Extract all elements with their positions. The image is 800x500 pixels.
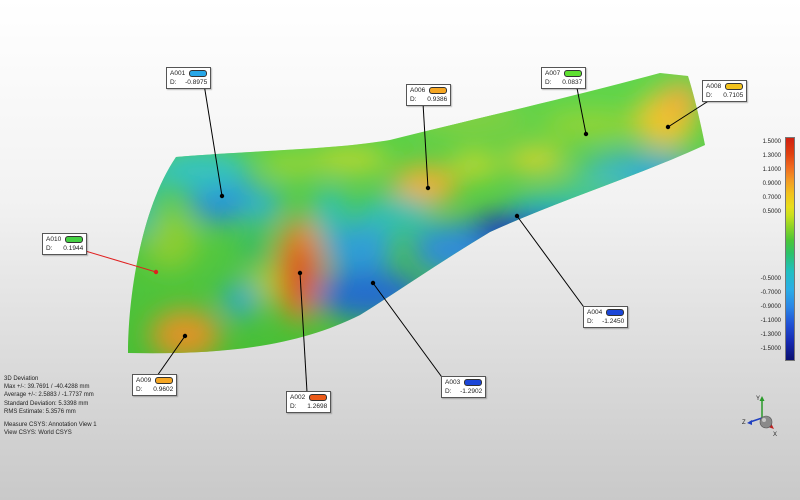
stats-title: 3D Deviation	[4, 376, 39, 382]
callout-d-label: D:	[545, 79, 552, 86]
axis-y-label: Y	[756, 396, 760, 402]
callout-a004[interactable]: A004 D: -1.2450	[583, 306, 629, 328]
deviation-stats: 3D Deviation Max +/-: 39.7691 / -40.4288…	[4, 375, 97, 437]
leader-point	[583, 131, 589, 137]
callout-a008[interactable]: A008 D: 0.7105	[702, 80, 748, 102]
legend-label: 1.3000	[762, 153, 781, 159]
legend-label: -0.7000	[760, 290, 781, 296]
axis-x-label: X	[773, 432, 777, 437]
legend-label: 1.1000	[762, 167, 781, 173]
leader-point	[219, 193, 225, 199]
leader-point	[425, 185, 431, 191]
color-legend[interactable]: 1.5000 1.3000 1.1000 0.9000 0.7000 0.500…	[739, 137, 799, 361]
stats-rms: RMS Estimate: 5.3576 mm	[4, 408, 76, 415]
callout-label: A003	[445, 379, 461, 386]
deviation-swatch	[564, 70, 583, 77]
callout-value: 0.9602	[153, 386, 174, 393]
deviation-swatch	[725, 83, 744, 90]
callout-label: A010	[46, 236, 62, 243]
leader-line-a004	[516, 215, 587, 311]
callout-value: -0.8975	[185, 79, 208, 86]
callout-d-label: D:	[290, 403, 297, 410]
callout-a007[interactable]: A007 D: 0.0837	[541, 67, 587, 89]
legend-label: 0.9000	[762, 181, 781, 187]
callout-label: A004	[587, 309, 603, 316]
callout-value: 0.7105	[723, 92, 744, 99]
deviation-swatch	[429, 87, 448, 94]
callout-label: A001	[170, 70, 186, 77]
deviation-viewport[interactable]	[0, 0, 800, 500]
leader-point	[182, 333, 188, 339]
deviation-swatch	[464, 379, 483, 386]
callout-d-label: D:	[706, 92, 713, 99]
legend-label: -1.3000	[760, 332, 781, 338]
stats-std: Standard Deviation: 5.3398 mm	[4, 400, 89, 407]
stats-measure-csys: Measure CSYS: Annotation View 1	[4, 422, 97, 429]
stats-max: Max +/-: 39.7691 / -40.4288 mm	[4, 384, 90, 391]
callout-d-label: D:	[170, 79, 177, 86]
legend-label: -0.9000	[760, 304, 781, 310]
callout-d-label: D:	[46, 245, 53, 252]
callout-label: A008	[706, 83, 722, 90]
legend-label: 0.7000	[762, 195, 781, 201]
callout-a001[interactable]: A001 D: -0.8975	[166, 67, 212, 89]
callout-a003[interactable]: A003 D: -1.2902	[441, 376, 487, 398]
callout-label: A002	[290, 394, 306, 401]
leader-point	[514, 213, 520, 219]
axis-z-label: Z	[742, 420, 746, 426]
callout-a009[interactable]: A009 D: 0.9602	[132, 374, 178, 396]
legend-label: 1.5000	[762, 139, 781, 145]
callout-a002[interactable]: A002 D: 1.2698	[286, 391, 332, 413]
leader-point	[665, 124, 671, 130]
callout-value: 1.2698	[307, 403, 328, 410]
leader-line-a003	[372, 282, 445, 381]
callout-d-label: D:	[587, 318, 594, 325]
callout-a006[interactable]: A006 D: 0.9386	[406, 84, 452, 106]
leader-point	[153, 269, 159, 275]
deviation-swatch	[65, 236, 84, 243]
callout-value: 0.1944	[63, 245, 84, 252]
callout-label: A009	[136, 377, 152, 384]
callout-value: 0.0837	[562, 79, 583, 86]
callout-a010[interactable]: A010 D: 0.1944	[42, 233, 88, 255]
deviation-swatch	[189, 70, 208, 77]
deviation-swatch	[155, 377, 174, 384]
deviation-swatch	[309, 394, 328, 401]
deviation-swatch	[606, 309, 625, 316]
legend-label: -1.1000	[760, 318, 781, 324]
callout-label: A006	[410, 87, 426, 94]
callout-value: 0.9386	[427, 96, 448, 103]
stats-view-csys: View CSYS: World CSYS	[4, 430, 72, 437]
callout-d-label: D:	[410, 96, 417, 103]
color-scale-bar	[785, 137, 795, 361]
stats-average: Average +/-: 2.5883 / -1.7737 mm	[4, 392, 94, 399]
axis-triad-icon[interactable]: Y Z X	[742, 392, 782, 437]
callout-value: -1.2902	[460, 388, 483, 395]
leader-point	[370, 280, 376, 286]
legend-label: -1.5000	[760, 346, 781, 352]
leader-point	[297, 270, 303, 276]
legend-label: -0.5000	[760, 276, 781, 282]
callout-d-label: D:	[136, 386, 143, 393]
legend-label: 0.5000	[762, 209, 781, 215]
callout-d-label: D:	[445, 388, 452, 395]
callout-value: -1.2450	[602, 318, 625, 325]
callout-label: A007	[545, 70, 561, 77]
